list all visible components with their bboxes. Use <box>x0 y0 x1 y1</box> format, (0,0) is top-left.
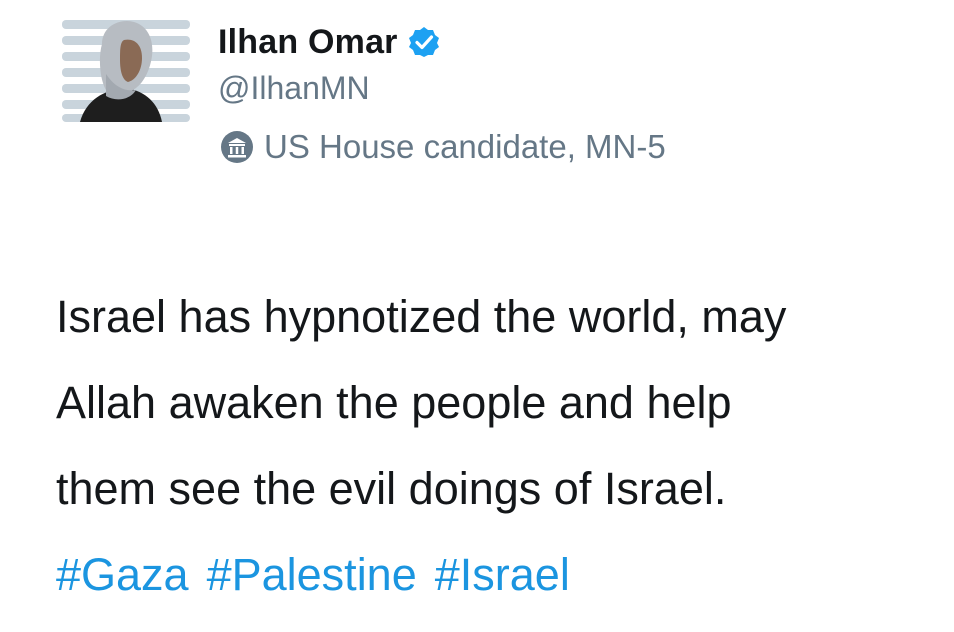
tweet-text-line: Israel has hypnotized the world, may <box>56 291 787 342</box>
hashtag-link[interactable]: #Israel <box>435 549 570 600</box>
location-text: US House candidate, MN-5 <box>264 128 666 165</box>
tweet-card: Ilhan Omar @IlhanMN US House candidate, … <box>0 0 954 632</box>
hashtag-link[interactable]: #Gaza <box>56 549 189 600</box>
avatar[interactable] <box>62 14 190 122</box>
author-display-name[interactable]: Ilhan Omar <box>218 23 398 62</box>
tweet-text-line: Allah awaken the people and help <box>56 377 732 428</box>
verified-badge-icon <box>408 26 440 58</box>
author-location: US House candidate, MN-5 <box>220 128 666 166</box>
hashtag-row: #Gaza #Palestine #Israel <box>56 532 946 618</box>
hashtag-link[interactable]: #Palestine <box>207 549 417 600</box>
author-handle[interactable]: @IlhanMN <box>218 70 370 107</box>
tweet-text-line: them see the evil doings of Israel. <box>56 463 727 514</box>
tweet-text: Israel has hypnotized the world, may All… <box>56 274 946 618</box>
author-name-row: Ilhan Omar <box>218 18 440 66</box>
government-building-icon <box>220 130 254 164</box>
